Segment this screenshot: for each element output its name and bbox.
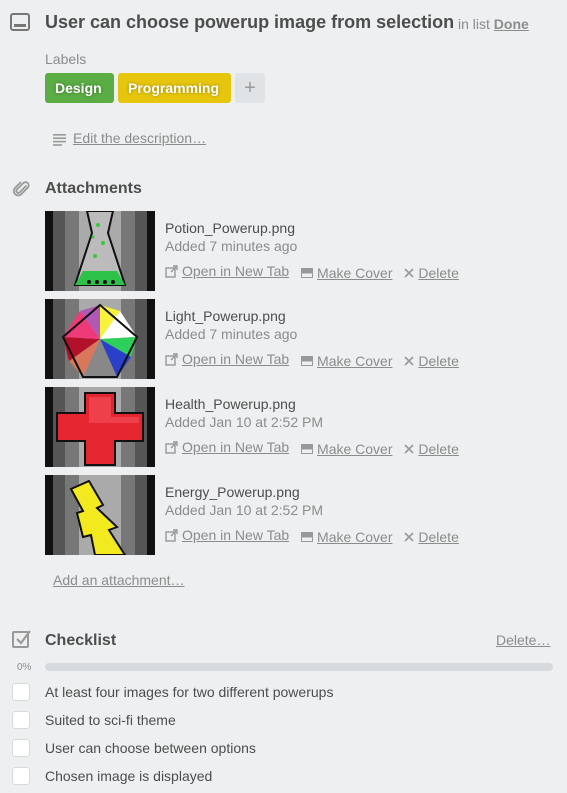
attachment-actions: Open in New Tab Make Cover Delete <box>165 263 467 281</box>
open-in-new-tab-label: Open in New Tab <box>182 439 290 455</box>
attachment-date: Added 7 minutes ago <box>165 238 298 254</box>
external-link-icon <box>165 528 178 542</box>
attachment-date: Added Jan 10 at 2:52 PM <box>165 502 323 518</box>
checklist-item-checkbox[interactable] <box>12 683 30 701</box>
checklist-item-checkbox[interactable] <box>12 767 30 785</box>
delete-attachment-link[interactable]: Delete <box>404 352 459 369</box>
close-icon <box>404 443 414 454</box>
list-info: in list Done <box>458 16 529 32</box>
labels-heading: Labels <box>45 51 87 67</box>
card-icon <box>10 13 30 31</box>
open-in-new-tab-label: Open in New Tab <box>182 527 290 543</box>
attachment-name: Health_Powerup.png <box>165 396 296 412</box>
delete-checklist-link[interactable]: Delete… <box>496 632 550 648</box>
checklist-item-checkbox[interactable] <box>12 739 30 757</box>
attachment-actions: Open in New Tab Make Cover Delete <box>165 439 467 457</box>
potion-flask-icon[interactable] <box>45 211 155 291</box>
make-cover-link[interactable]: Make Cover <box>301 264 393 281</box>
attachment-name: Energy_Powerup.png <box>165 484 300 500</box>
make-cover-label: Make Cover <box>317 264 393 281</box>
checklist-title: Checklist <box>45 632 117 649</box>
open-in-new-tab-label: Open in New Tab <box>182 351 290 367</box>
external-link-icon <box>165 440 178 454</box>
delete-label: Delete <box>418 440 459 457</box>
make-cover-label: Make Cover <box>317 528 393 545</box>
delete-label: Delete <box>418 352 459 369</box>
checklist-item-text[interactable]: Chosen image is displayed <box>45 768 212 784</box>
label-programming[interactable]: Programming <box>118 73 231 103</box>
paperclip-icon <box>12 179 32 199</box>
attachment-date: Added Jan 10 at 2:52 PM <box>165 414 323 430</box>
cover-icon <box>301 531 314 542</box>
attachment-name: Light_Powerup.png <box>165 308 286 324</box>
red-cross-icon[interactable] <box>45 387 155 467</box>
attachment-actions: Open in New Tab Make Cover Delete <box>165 527 467 545</box>
delete-attachment-link[interactable]: Delete <box>404 264 459 281</box>
external-link-icon <box>165 264 178 278</box>
close-icon <box>404 355 414 366</box>
make-cover-label: Make Cover <box>317 440 393 457</box>
checklist-item-checkbox[interactable] <box>12 711 30 729</box>
open-in-new-tab-label: Open in New Tab <box>182 263 290 279</box>
label-design[interactable]: Design <box>45 73 114 103</box>
cover-icon <box>301 443 314 454</box>
add-attachment-link[interactable]: Add an attachment… <box>53 572 185 588</box>
open-in-new-tab-link[interactable]: Open in New Tab <box>165 263 289 279</box>
card-title[interactable]: User can choose powerup image from selec… <box>45 12 454 33</box>
external-link-icon <box>165 352 178 366</box>
delete-label: Delete <box>418 528 459 545</box>
close-icon <box>404 267 414 278</box>
checklist-item-text[interactable]: Suited to sci-fi theme <box>45 712 176 728</box>
checklist-progress-bar <box>45 663 553 671</box>
cover-icon <box>301 355 314 366</box>
make-cover-link[interactable]: Make Cover <box>301 352 393 369</box>
lightning-bolt-icon[interactable] <box>45 475 155 555</box>
cover-icon <box>301 267 314 278</box>
in-list-prefix: in list <box>458 16 490 32</box>
checklist-icon <box>12 629 32 649</box>
open-in-new-tab-link[interactable]: Open in New Tab <box>165 527 289 543</box>
delete-attachment-link[interactable]: Delete <box>404 440 459 457</box>
edit-description-link[interactable]: Edit the description… <box>73 130 206 146</box>
make-cover-link[interactable]: Make Cover <box>301 528 393 545</box>
attachment-date: Added 7 minutes ago <box>165 326 298 342</box>
open-in-new-tab-link[interactable]: Open in New Tab <box>165 439 289 455</box>
checklist-item-text[interactable]: User can choose between options <box>45 740 256 756</box>
list-name-link[interactable]: Done <box>494 16 529 32</box>
rainbow-pentagon-icon[interactable] <box>45 299 155 379</box>
attachments-title: Attachments <box>45 180 142 197</box>
description-icon <box>53 133 67 146</box>
attachment-name: Potion_Powerup.png <box>165 220 295 236</box>
checklist-progress-percent: 0% <box>17 662 32 673</box>
delete-label: Delete <box>418 264 459 281</box>
delete-attachment-link[interactable]: Delete <box>404 528 459 545</box>
close-icon <box>404 531 414 542</box>
open-in-new-tab-link[interactable]: Open in New Tab <box>165 351 289 367</box>
attachment-actions: Open in New Tab Make Cover Delete <box>165 351 467 369</box>
make-cover-label: Make Cover <box>317 352 393 369</box>
make-cover-link[interactable]: Make Cover <box>301 440 393 457</box>
add-label-button[interactable]: + <box>235 73 265 103</box>
checklist-item-text[interactable]: At least four images for two different p… <box>45 684 333 700</box>
